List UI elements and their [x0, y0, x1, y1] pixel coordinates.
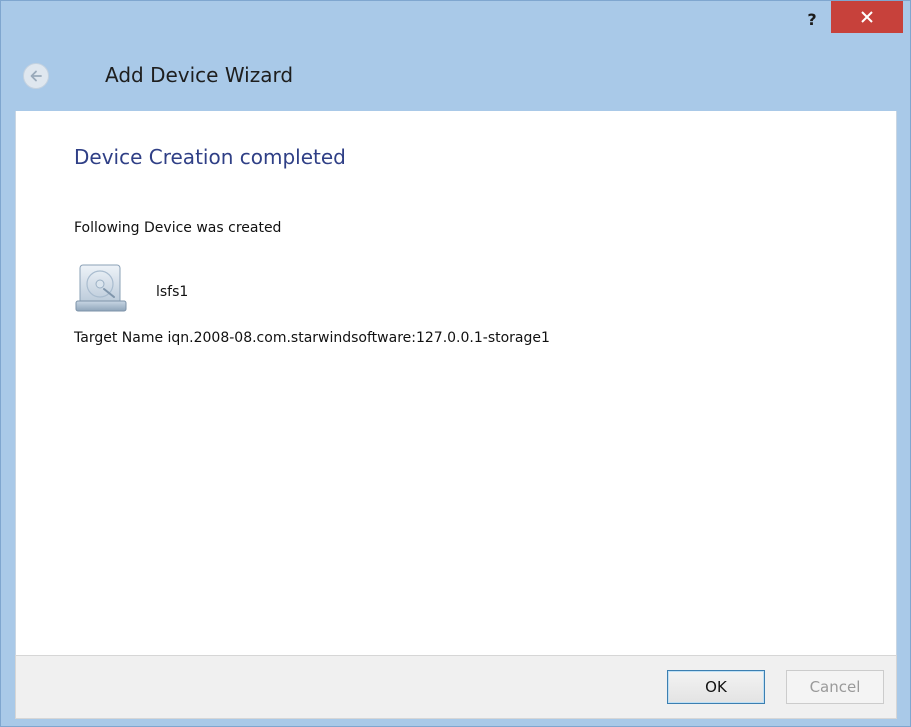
close-icon	[861, 11, 873, 23]
hard-disk-icon	[74, 263, 128, 313]
cancel-button[interactable]: Cancel	[786, 670, 884, 704]
wizard-window: ? Add Device Wizard Device Creation comp…	[0, 0, 911, 727]
device-name: lsfs1	[156, 284, 189, 300]
ok-button[interactable]: OK	[667, 670, 765, 704]
target-name: Target Name iqn.2008-08.com.starwindsoft…	[74, 330, 550, 346]
back-button[interactable]	[23, 63, 49, 89]
wizard-header: Add Device Wizard	[1, 41, 910, 111]
wizard-footer: OK Cancel	[15, 655, 897, 719]
title-bar: ?	[1, 1, 910, 37]
page-heading: Device Creation completed	[74, 145, 346, 169]
wizard-title: Add Device Wizard	[105, 63, 294, 87]
created-device-description: Following Device was created	[74, 220, 282, 236]
close-button[interactable]	[831, 1, 903, 33]
help-button[interactable]: ?	[797, 5, 827, 33]
wizard-content: Device Creation completed Following Devi…	[15, 111, 897, 655]
help-label: ?	[807, 9, 817, 29]
back-arrow-icon	[30, 70, 42, 82]
